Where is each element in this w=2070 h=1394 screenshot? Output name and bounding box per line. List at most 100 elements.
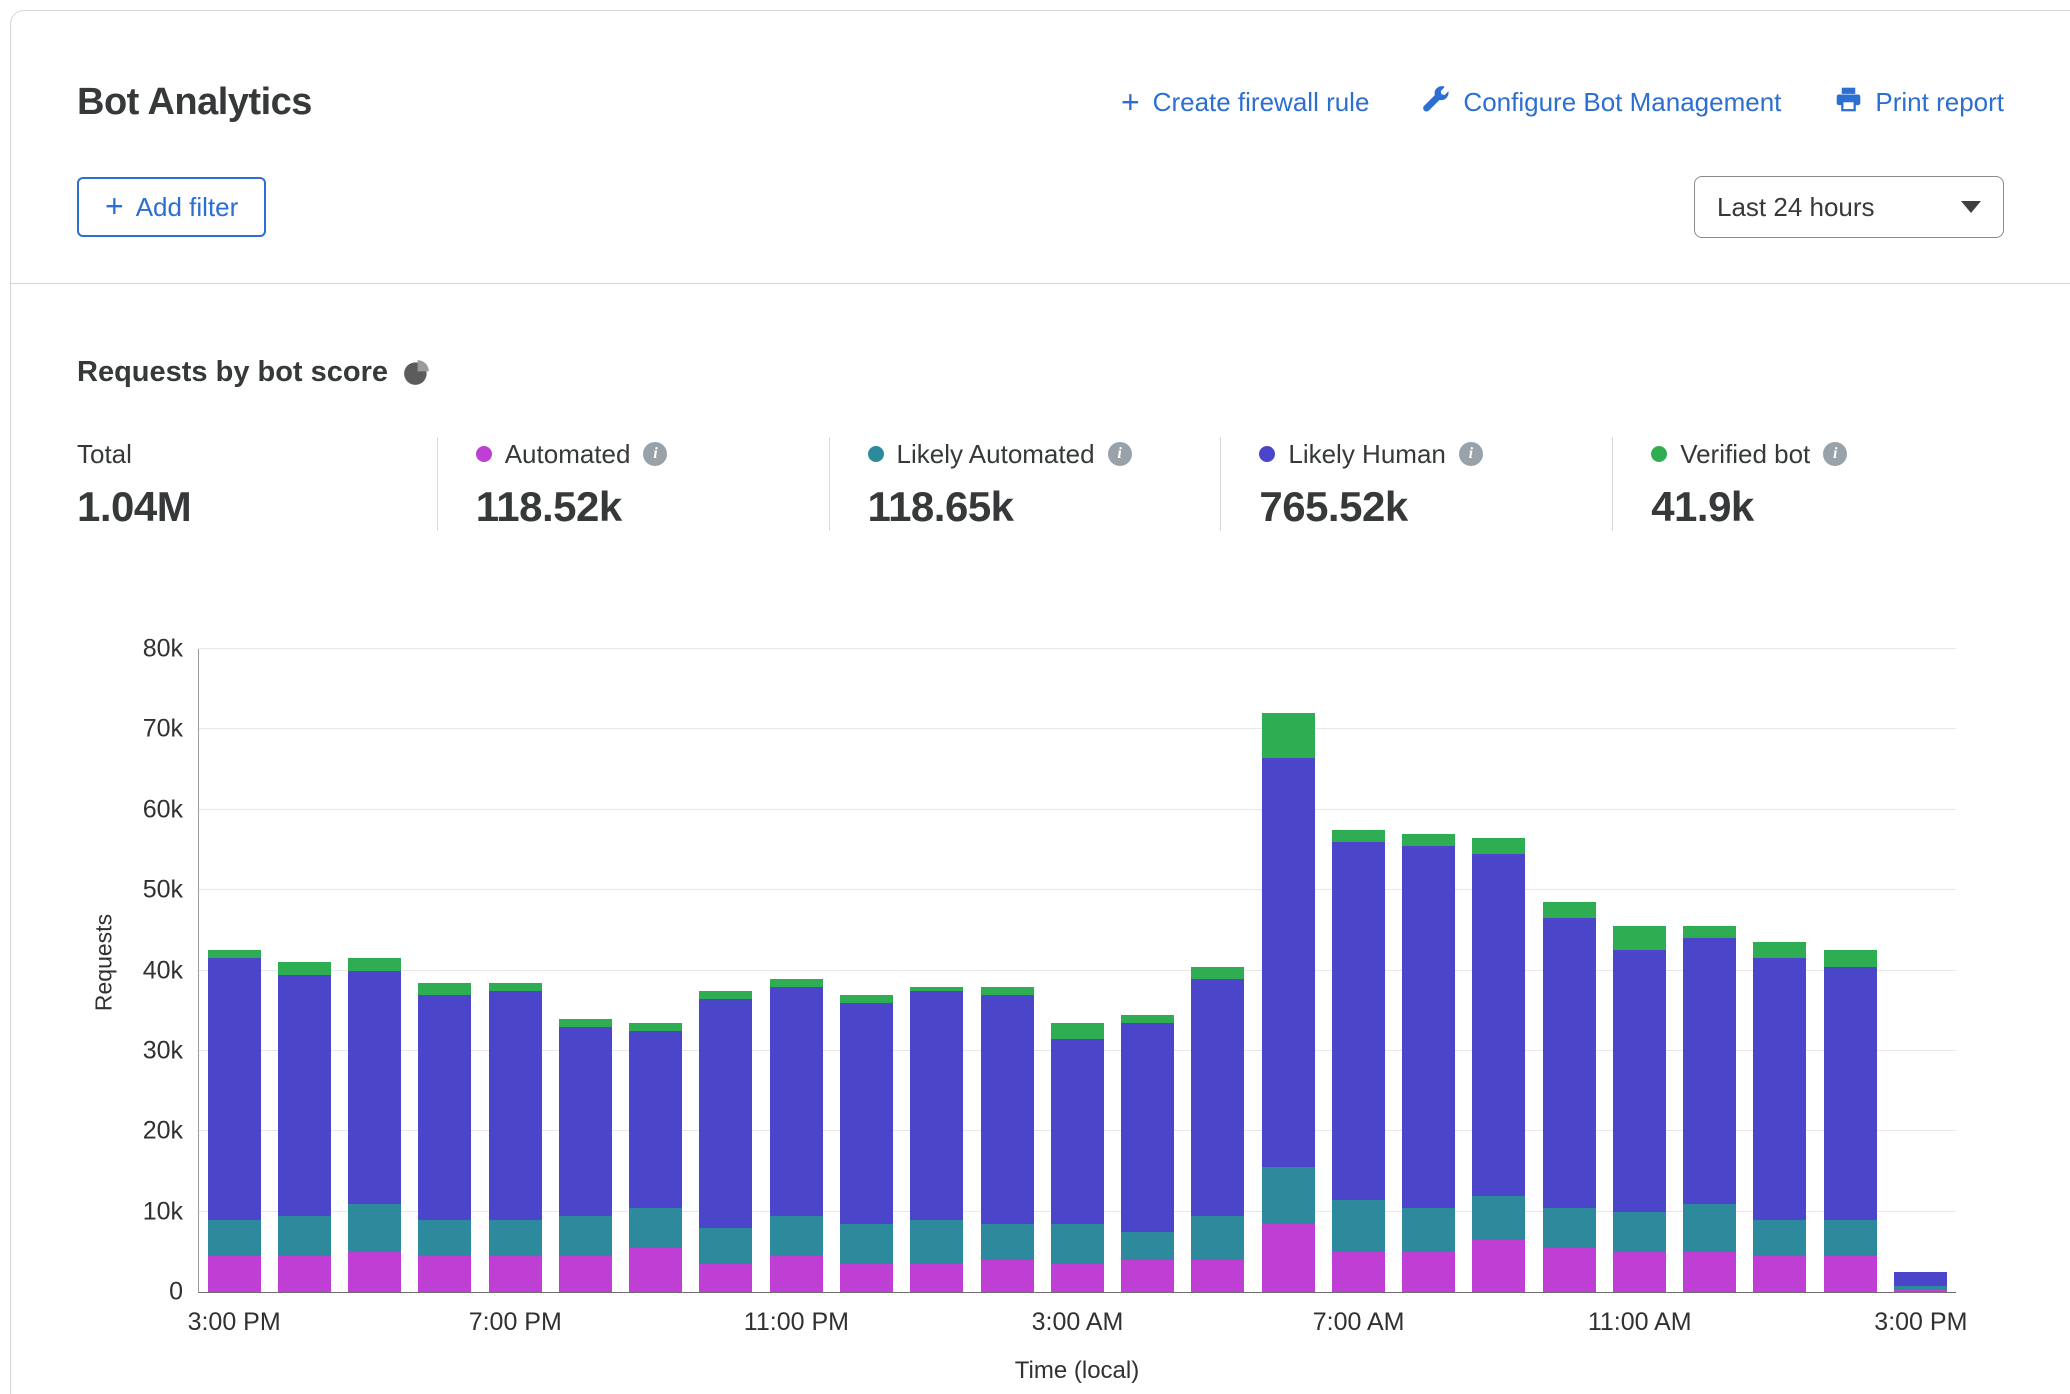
bar[interactable] bbox=[489, 649, 542, 1292]
pie-chart-icon bbox=[403, 359, 430, 386]
bar-segment-likely-human bbox=[1191, 979, 1244, 1216]
bar[interactable] bbox=[1262, 649, 1315, 1292]
bar[interactable] bbox=[1543, 649, 1596, 1292]
y-axis-tick-label: 60k bbox=[143, 795, 183, 824]
bar-segment-likely-human bbox=[1332, 842, 1385, 1200]
configure-bot-management-link[interactable]: Configure Bot Management bbox=[1423, 86, 1781, 120]
bar[interactable] bbox=[1613, 649, 1666, 1292]
bar-segment-automated bbox=[418, 1256, 471, 1292]
info-icon[interactable] bbox=[1459, 442, 1483, 466]
bar-segment-likely-automated bbox=[629, 1208, 682, 1248]
bar-segment-likely-human bbox=[489, 991, 542, 1220]
bar-segment-likely-human bbox=[1613, 950, 1666, 1211]
bar[interactable] bbox=[1894, 649, 1947, 1292]
plus-icon: + bbox=[105, 190, 124, 222]
bar-segment-automated bbox=[1824, 1256, 1877, 1292]
bar-segment-verified-bot bbox=[1472, 838, 1525, 854]
bar[interactable] bbox=[629, 649, 682, 1292]
bar-segment-likely-human bbox=[1543, 918, 1596, 1207]
bar-segment-verified-bot bbox=[981, 987, 1034, 995]
stat-likely-human: Likely Human 765.52k bbox=[1220, 437, 1612, 531]
bar-segment-verified-bot bbox=[1121, 1015, 1174, 1023]
bar-segment-likely-human bbox=[1824, 967, 1877, 1220]
bar-segment-likely-human bbox=[1402, 846, 1455, 1208]
stat-likely-human-value: 765.52k bbox=[1259, 483, 1612, 531]
bar[interactable] bbox=[770, 649, 823, 1292]
bar[interactable] bbox=[278, 649, 331, 1292]
x-axis-title: Time (local) bbox=[198, 1357, 1956, 1385]
bar[interactable] bbox=[981, 649, 1034, 1292]
stat-verified-bot-value: 41.9k bbox=[1651, 483, 2004, 531]
bar-segment-automated bbox=[1894, 1290, 1947, 1292]
stat-automated: Automated 118.52k bbox=[437, 437, 829, 531]
bar[interactable] bbox=[418, 649, 471, 1292]
bar-segment-verified-bot bbox=[1683, 926, 1736, 938]
bar-segment-automated bbox=[559, 1256, 612, 1292]
bar-segment-verified-bot bbox=[489, 983, 542, 991]
bar-segment-likely-automated bbox=[981, 1224, 1034, 1260]
bar-segment-automated bbox=[1402, 1252, 1455, 1292]
bar-segment-verified-bot bbox=[1402, 834, 1455, 846]
bar-segment-likely-automated bbox=[208, 1220, 261, 1256]
bar[interactable] bbox=[559, 649, 612, 1292]
bar[interactable] bbox=[1472, 649, 1525, 1292]
panel-header: Bot Analytics + Create firewall rule Con… bbox=[11, 11, 2070, 284]
printer-icon bbox=[1835, 86, 1862, 120]
bar[interactable] bbox=[1332, 649, 1385, 1292]
stat-verified-bot: Verified bot 41.9k bbox=[1612, 437, 2004, 531]
bar[interactable] bbox=[1683, 649, 1736, 1292]
bar[interactable] bbox=[910, 649, 963, 1292]
likely-human-legend-dot bbox=[1259, 446, 1275, 462]
time-range-select[interactable]: Last 24 hours bbox=[1694, 176, 2004, 238]
bar-segment-verified-bot bbox=[1051, 1023, 1104, 1039]
bar[interactable] bbox=[699, 649, 752, 1292]
y-axis-tick-label: 30k bbox=[143, 1036, 183, 1065]
bar[interactable] bbox=[1402, 649, 1455, 1292]
bar-segment-likely-automated bbox=[559, 1216, 612, 1256]
bar-segment-likely-human bbox=[629, 1031, 682, 1208]
bar-segment-verified-bot bbox=[1332, 830, 1385, 842]
bar[interactable] bbox=[1121, 649, 1174, 1292]
info-icon[interactable] bbox=[643, 442, 667, 466]
configure-bot-management-label: Configure Bot Management bbox=[1463, 87, 1781, 118]
bar-segment-automated bbox=[1332, 1252, 1385, 1292]
bar-segment-likely-automated bbox=[1543, 1208, 1596, 1248]
stat-total-label: Total bbox=[77, 439, 132, 470]
legend-stats: Total 1.04M Automated 118.52k Likely Aut… bbox=[77, 437, 2004, 531]
bar[interactable] bbox=[840, 649, 893, 1292]
bar-segment-automated bbox=[840, 1264, 893, 1292]
x-axis-tick-label: 11:00 AM bbox=[1588, 1308, 1692, 1337]
bar-segment-verified-bot bbox=[208, 950, 261, 958]
bar[interactable] bbox=[348, 649, 401, 1292]
bar-segment-likely-human bbox=[1472, 854, 1525, 1196]
info-icon[interactable] bbox=[1108, 442, 1132, 466]
y-axis-tick-label: 50k bbox=[143, 876, 183, 905]
bar-segment-automated bbox=[489, 1256, 542, 1292]
bar-segment-verified-bot bbox=[1753, 942, 1806, 958]
bar-segment-automated bbox=[770, 1256, 823, 1292]
bar-segment-likely-automated bbox=[1262, 1167, 1315, 1223]
bar-segment-likely-automated bbox=[1753, 1220, 1806, 1256]
stat-total: Total 1.04M bbox=[77, 437, 437, 531]
bar-segment-automated bbox=[1472, 1240, 1525, 1292]
bar[interactable] bbox=[1824, 649, 1877, 1292]
bar-segment-likely-automated bbox=[1472, 1196, 1525, 1240]
create-firewall-rule-link[interactable]: + Create firewall rule bbox=[1121, 87, 1369, 119]
bar-segment-likely-automated bbox=[348, 1204, 401, 1252]
bar-segment-automated bbox=[348, 1252, 401, 1292]
bar-segment-automated bbox=[1613, 1252, 1666, 1292]
info-icon[interactable] bbox=[1823, 442, 1847, 466]
y-axis-tick-label: 0 bbox=[169, 1278, 183, 1307]
add-filter-label: Add filter bbox=[136, 192, 239, 223]
bar-segment-likely-automated bbox=[1824, 1220, 1877, 1256]
bar-segment-automated bbox=[699, 1264, 752, 1292]
bar[interactable] bbox=[208, 649, 261, 1292]
bar[interactable] bbox=[1753, 649, 1806, 1292]
bar-segment-automated bbox=[629, 1248, 682, 1292]
add-filter-button[interactable]: + Add filter bbox=[77, 177, 266, 237]
x-axis-tick-label: 7:00 PM bbox=[469, 1308, 562, 1337]
bar-segment-likely-automated bbox=[910, 1220, 963, 1264]
bar[interactable] bbox=[1191, 649, 1244, 1292]
print-report-link[interactable]: Print report bbox=[1835, 86, 2004, 120]
bar[interactable] bbox=[1051, 649, 1104, 1292]
